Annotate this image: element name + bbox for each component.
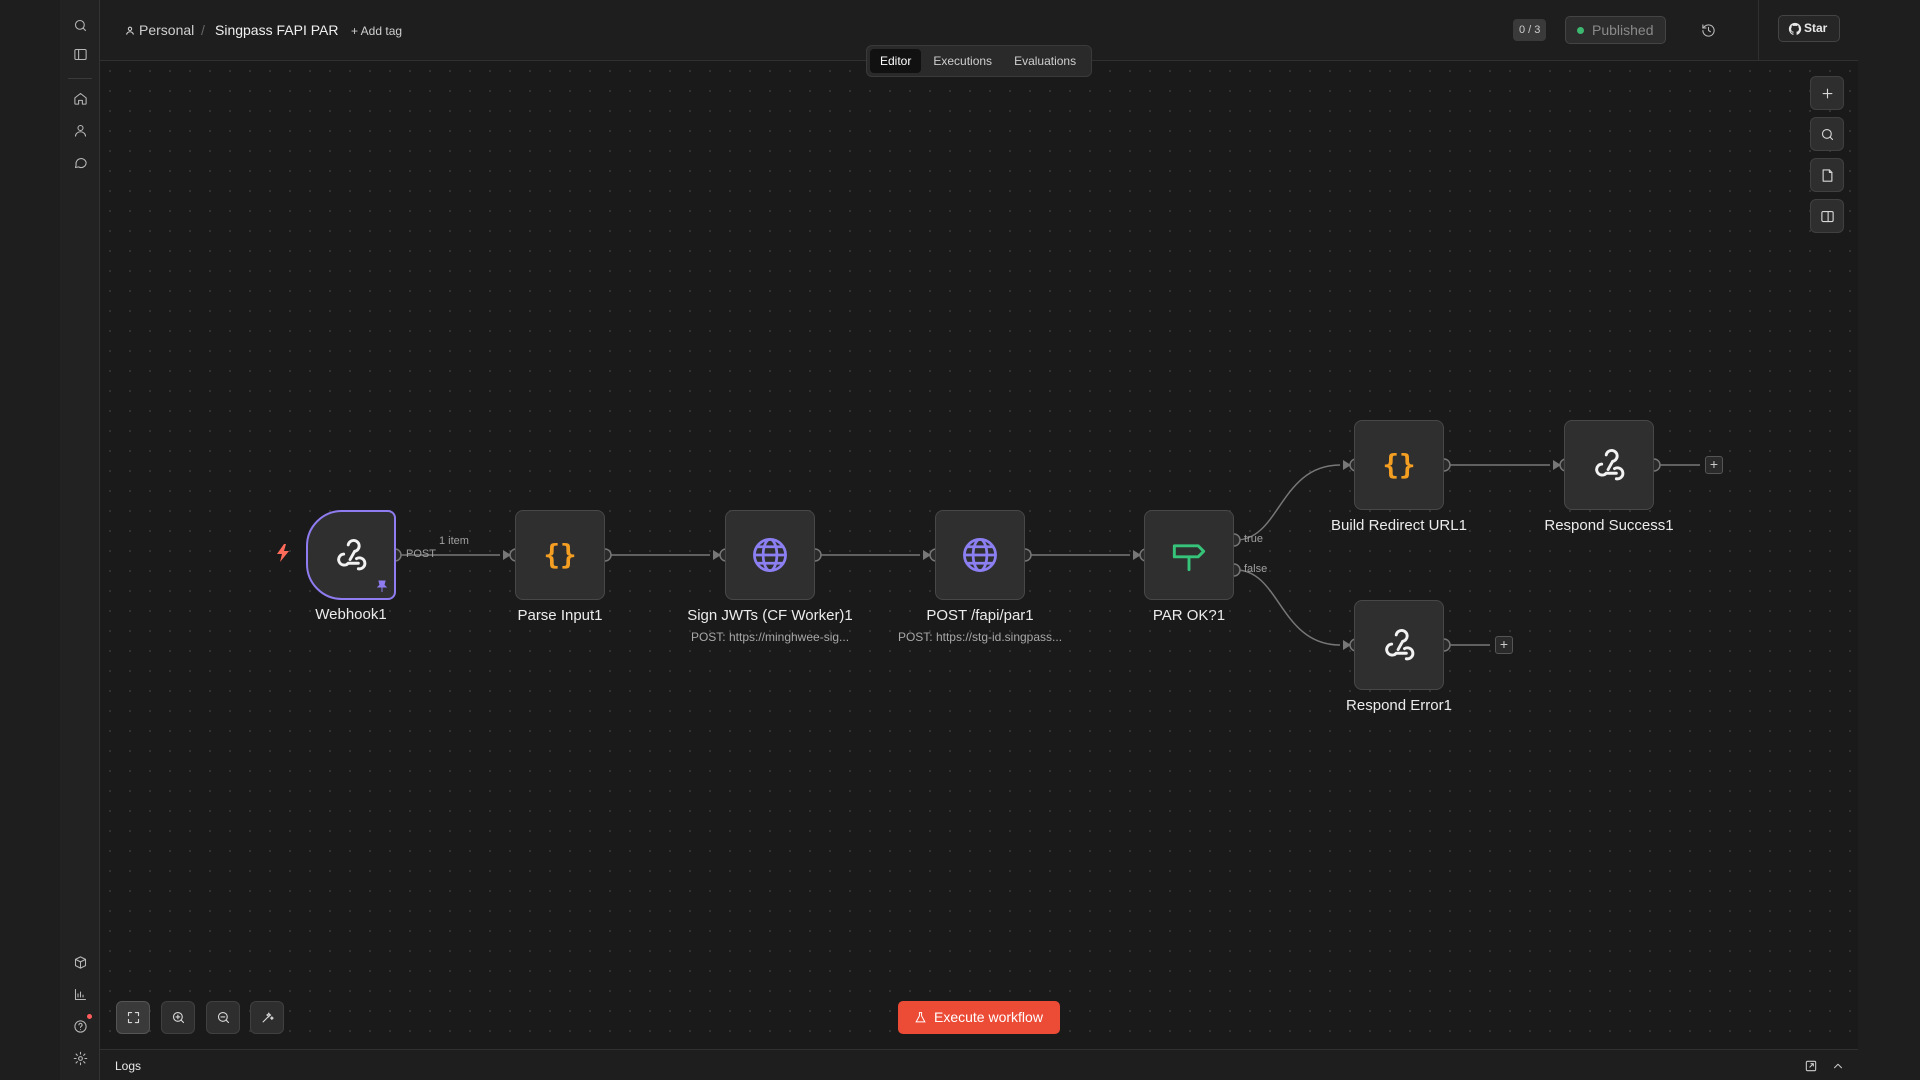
- webhook-icon: [1595, 448, 1625, 481]
- search-nodes-button[interactable]: [1810, 117, 1844, 151]
- node-webhook[interactable]: [306, 510, 396, 600]
- node-respond-success[interactable]: [1564, 420, 1654, 510]
- code-braces-icon: {}: [543, 539, 576, 571]
- history-icon[interactable]: [1697, 19, 1719, 41]
- zoom-out-icon: [217, 1011, 229, 1024]
- plus-icon: [1822, 88, 1832, 98]
- outer-left-margin: [0, 0, 60, 1080]
- main-area: Personal / Singpass FAPI PAR + Add tag 0…: [100, 0, 1858, 1080]
- published-label: Published: [1592, 22, 1654, 38]
- node-subtitle-post: POST: https://stg-id.singpass...: [897, 630, 1063, 644]
- chat-icon[interactable]: [70, 152, 90, 172]
- help-icon[interactable]: [70, 1016, 90, 1036]
- signpost-icon: [1172, 544, 1206, 572]
- magic-wand-icon: [262, 1012, 274, 1023]
- execute-label: Execute workflow: [934, 1009, 1043, 1025]
- globe-icon: [753, 538, 787, 572]
- node-label-post: POST /fapi/par1: [926, 607, 1034, 624]
- node-label-build: Build Redirect URL1: [1331, 517, 1467, 534]
- status-dot: [1577, 27, 1584, 34]
- github-star-button[interactable]: Star: [1778, 15, 1840, 42]
- node-post-par[interactable]: [935, 510, 1025, 600]
- tab-evaluations[interactable]: Evaluations: [1004, 49, 1086, 73]
- globe-icon: [963, 538, 997, 572]
- webhook-icon: [1385, 628, 1415, 661]
- flask-icon: [915, 1012, 926, 1023]
- node-sign-jwts[interactable]: [725, 510, 815, 600]
- logs-panel-bar[interactable]: Logs: [100, 1049, 1858, 1080]
- tidy-up-button[interactable]: [250, 1001, 284, 1034]
- templates-icon[interactable]: [70, 952, 90, 972]
- edge-label-false: false: [1244, 563, 1268, 575]
- webhook-icon: [337, 538, 367, 571]
- user-icon: [126, 26, 134, 35]
- svg-text:{}: {}: [1382, 449, 1415, 481]
- evaluation-counter-badge: 0 / 3: [1513, 19, 1547, 41]
- published-status-button[interactable]: Published: [1565, 16, 1666, 44]
- edge-label-items: 1 item: [439, 535, 469, 547]
- github-icon: [1788, 22, 1802, 35]
- header-divider: [1758, 0, 1759, 61]
- fit-view-button[interactable]: [116, 1001, 150, 1034]
- tab-executions[interactable]: Executions: [923, 49, 1002, 73]
- panel-icon: [1820, 210, 1834, 222]
- add-node-button[interactable]: [1810, 76, 1844, 110]
- sidebar-toggle-icon[interactable]: [70, 44, 90, 64]
- svg-text:{}: {}: [543, 539, 576, 571]
- node-label-webhook: Webhook1: [315, 606, 387, 623]
- zoom-out-button[interactable]: [206, 1001, 240, 1034]
- edge-label-method: POST: [406, 548, 436, 560]
- node-par-ok-if[interactable]: [1144, 510, 1234, 600]
- star-label: Star: [1804, 21, 1828, 35]
- add-next-node-button[interactable]: +: [1705, 456, 1723, 474]
- home-icon[interactable]: [70, 88, 90, 108]
- outer-right-margin: [1858, 0, 1920, 1080]
- sticky-note-button[interactable]: [1810, 158, 1844, 192]
- user-icon[interactable]: [70, 120, 90, 140]
- node-respond-error[interactable]: [1354, 600, 1444, 690]
- sidebar-divider: [68, 78, 92, 79]
- node-build-redirect[interactable]: {}: [1354, 420, 1444, 510]
- node-label-sign: Sign JWTs (CF Worker)1: [687, 607, 853, 624]
- logs-label: Logs: [115, 1059, 142, 1073]
- node-label-success: Respond Success1: [1544, 517, 1674, 534]
- zoom-in-button[interactable]: [161, 1001, 195, 1034]
- toggle-panel-button[interactable]: [1810, 199, 1844, 233]
- edge-label-true: true: [1244, 533, 1263, 545]
- workflow-name[interactable]: Singpass FAPI PAR: [215, 22, 338, 38]
- code-braces-icon: {}: [1382, 449, 1415, 481]
- node-subtitle-sign: POST: https://minghwee-sig...: [690, 630, 850, 644]
- tab-editor[interactable]: Editor: [870, 49, 922, 73]
- pin-icon: [376, 580, 388, 592]
- breadcrumb-separator: /: [201, 22, 205, 38]
- fit-view-icon: [127, 1011, 139, 1024]
- notification-dot: [87, 1014, 92, 1019]
- insights-icon[interactable]: [70, 984, 90, 1004]
- settings-icon[interactable]: [70, 1048, 90, 1068]
- node-label-parse: Parse Input1: [517, 607, 603, 624]
- trigger-lightning-icon: [277, 544, 289, 562]
- add-tag-button[interactable]: + Add tag: [351, 24, 402, 38]
- popout-icon[interactable]: [1804, 1059, 1818, 1073]
- breadcrumb-project[interactable]: Personal: [139, 22, 194, 38]
- chevron-up-icon[interactable]: [1831, 1059, 1845, 1073]
- execute-workflow-button[interactable]: Execute workflow: [898, 1001, 1060, 1034]
- node-parse-input[interactable]: {}: [515, 510, 605, 600]
- search-icon: [1821, 128, 1833, 140]
- search-icon[interactable]: [70, 15, 90, 35]
- view-tabs: Editor Executions Evaluations: [866, 45, 1092, 77]
- sidebar: [60, 0, 100, 1080]
- zoom-in-icon: [172, 1011, 184, 1024]
- add-next-node-button[interactable]: +: [1495, 636, 1513, 654]
- sticky-note-icon: [1822, 168, 1832, 182]
- node-label-error: Respond Error1: [1346, 697, 1452, 714]
- node-label-if: PAR OK?1: [1152, 607, 1226, 624]
